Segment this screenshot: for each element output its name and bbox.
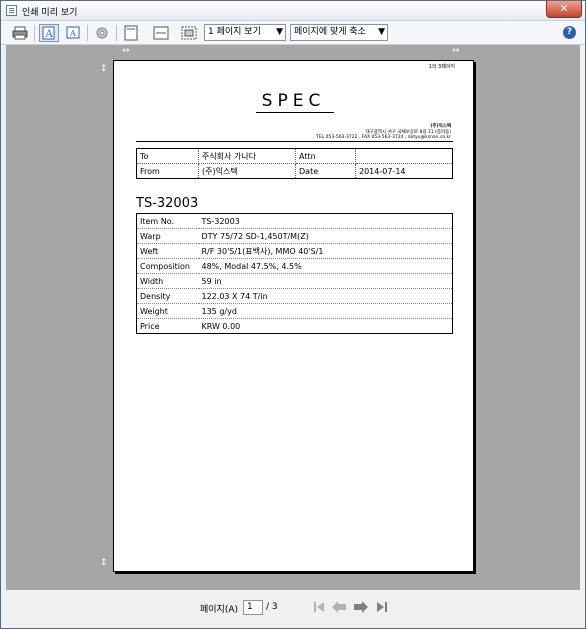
table-row: Composition 48%, Modal 47.5%, 4.5% <box>136 258 453 274</box>
table-cell: (주)익스텍 <box>198 163 296 179</box>
first-page-icon <box>314 602 324 612</box>
table-cell: 2014-07-14 <box>359 166 406 176</box>
table-cell: 주식회사 가나다 <box>198 148 296 164</box>
table-row: Item No. TS-32003 <box>136 213 453 229</box>
spec-value: 48%, Modal 47.5%, 4.5% <box>198 258 453 274</box>
spec-value: 122.03 X 74 T/in <box>198 288 453 304</box>
page-indicator: 1의 3페이지 <box>428 64 455 70</box>
table-cell: From <box>136 163 199 179</box>
print-button[interactable] <box>10 24 30 42</box>
next-page-button[interactable] <box>353 600 368 614</box>
zoom-select[interactable]: 페이지에 맞게 축소 ▼ <box>290 24 388 41</box>
font-small-icon: A <box>66 26 80 39</box>
spec-label: Weft <box>136 243 199 259</box>
help-icon[interactable]: ? <box>563 26 576 39</box>
spec-label: Width <box>136 273 199 289</box>
table-cell <box>355 148 453 164</box>
spec-value: KRW 0.00 <box>201 321 241 331</box>
status-bar: 페이지(A) 1 / 3 <box>1 590 585 628</box>
arrow-left-icon <box>332 601 346 613</box>
zoom-value: 페이지에 맞게 축소 <box>294 27 366 37</box>
document-title: SPEC <box>261 91 326 111</box>
spec-table: Item No. TS-32003 Warp DTY 75/72 SD-1,45… <box>136 213 453 334</box>
spec-value: 135 g/yd <box>198 303 453 319</box>
table-row: Weight 135 g/yd <box>136 303 453 319</box>
title-bar: 인쇄 미리 보기 ✕ <box>1 1 585 21</box>
table-cell: To <box>136 148 199 164</box>
close-button[interactable]: ✕ <box>546 1 582 18</box>
page-label: 페이지(A) <box>200 605 239 615</box>
whole-page-icon <box>181 26 197 40</box>
table-cell: Attn <box>295 148 356 164</box>
table-row: Density 122.03 X 74 T/in <box>136 288 453 304</box>
company-contact: TEL 053-563-3722 , FAX 053-563-3724 , do… <box>316 135 451 140</box>
table-row: Warp DTY 75/72 SD-1,450T/M(Z) <box>136 228 453 244</box>
table-row: Weft R/F 30'S/1(표백사), MMO 40'S/1 <box>136 243 453 259</box>
spec-label: Density <box>136 288 199 304</box>
whole-page-button[interactable] <box>179 24 199 42</box>
svg-text:A: A <box>45 29 54 40</box>
printer-icon <box>12 26 28 40</box>
spec-label: Price <box>140 321 160 331</box>
left-margin-handle[interactable]: ↔ <box>122 47 130 56</box>
svg-text:A: A <box>69 29 76 38</box>
toolbar: A A 1 페이지 보기 ▼ 페이지에 맞게 축소 ▼ ? <box>1 21 585 45</box>
table-row: Width 59 in <box>136 273 453 289</box>
chevron-down-icon: ▼ <box>378 27 385 37</box>
bottom-margin-handle[interactable]: ↕ <box>100 559 108 568</box>
spec-label: Composition <box>136 258 199 274</box>
table-row: Price KRW 0.00 <box>137 319 453 334</box>
model-heading: TS-32003 <box>136 196 199 211</box>
spec-value: TS-32003 <box>198 213 453 229</box>
page-view-value: 1 페이지 보기 <box>208 27 261 37</box>
gear-icon <box>96 27 108 39</box>
print-preview-window: 인쇄 미리 보기 ✕ A A 1 페이지 보기 ▼ 페이지에 맞게 축소 ▼ ?… <box>0 0 586 629</box>
spec-label: Weight <box>136 303 199 319</box>
last-page-button[interactable] <box>375 600 389 614</box>
header-divider <box>136 141 453 142</box>
spec-value: R/F 30'S/1(표백사), MMO 40'S/1 <box>198 243 453 259</box>
spec-value: DTY 75/72 SD-1,450T/M(Z) <box>198 228 453 244</box>
top-margin-handle[interactable]: ↕ <box>100 65 108 74</box>
page-width-icon <box>153 26 169 40</box>
previous-page-button[interactable] <box>331 600 346 614</box>
font-large-icon: A <box>42 26 55 40</box>
recipient-table: To 주식회사 가나다 Attn From (주)익스텍 Date 2014-0… <box>136 148 453 179</box>
last-page-icon <box>377 602 387 612</box>
right-margin-handle[interactable]: ↔ <box>452 47 460 56</box>
print-preview-icon <box>6 5 17 16</box>
full-page-icon <box>124 25 138 41</box>
table-row: From (주)익스텍 Date 2014-07-14 <box>136 163 453 179</box>
spec-label: Warp <box>136 228 199 244</box>
table-cell: Date <box>295 163 356 179</box>
page-setup-button[interactable] <box>92 24 112 42</box>
first-page-button[interactable] <box>312 600 326 614</box>
title-underline <box>256 112 334 113</box>
table-row: To 주식회사 가나다 Attn <box>136 148 453 164</box>
zoom-out-button[interactable]: A <box>63 24 83 42</box>
page-view-select[interactable]: 1 페이지 보기 ▼ <box>204 24 286 41</box>
spec-label: Item No. <box>136 213 199 229</box>
arrow-right-icon <box>354 601 368 613</box>
zoom-in-button[interactable]: A <box>39 24 59 42</box>
preview-page: 1의 3페이지 SPEC (주)익스텍 대구광역시 서구 국채보상로 8길 11… <box>113 60 474 572</box>
page-width-button[interactable] <box>151 24 171 42</box>
window-title: 인쇄 미리 보기 <box>22 8 78 18</box>
full-page-button[interactable] <box>121 24 141 42</box>
page-number-input[interactable]: 1 <box>243 600 263 615</box>
preview-area[interactable]: ↔ ↔ ↕ ↕ 1의 3페이지 SPEC (주)익스텍 대구광역시 서구 국채보… <box>6 45 580 590</box>
page-total: / 3 <box>266 602 278 612</box>
spec-value: 59 in <box>198 273 453 289</box>
chevron-down-icon: ▼ <box>276 27 283 37</box>
